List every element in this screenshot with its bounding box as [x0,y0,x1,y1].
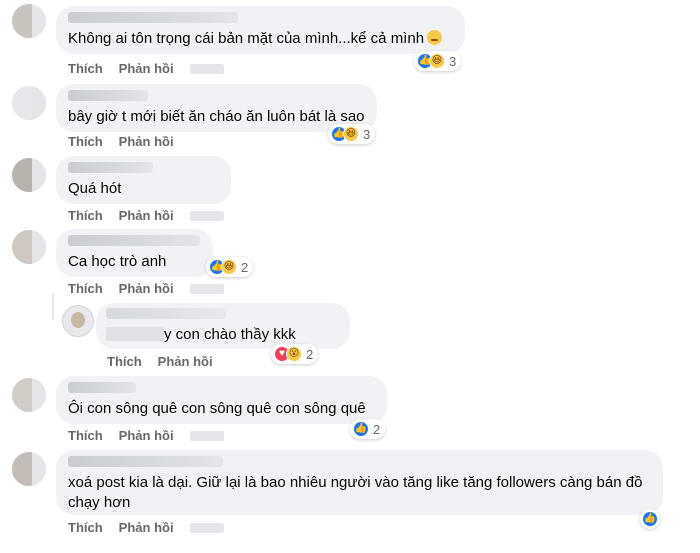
reply-button[interactable]: Phản hồi [158,354,213,369]
reaction-summary[interactable]: ♥ 😮 2 [271,344,319,364]
like-button[interactable]: Thích [107,354,142,369]
comment-text: bây giờ t mới biết ăn cháo ăn luôn bát l… [68,108,365,125]
like-button[interactable]: Thích [68,208,103,223]
blurred-timestamp [189,522,224,533]
reaction-summary[interactable]: 👍 😆 3 [414,51,462,71]
like-button[interactable]: Thích [68,281,103,296]
like-button[interactable]: Thích [68,134,103,149]
reaction-summary[interactable]: 👍 2 [350,419,386,439]
avatar[interactable] [12,158,46,192]
reaction-summary[interactable]: 👍 😆 2 [206,257,254,277]
grinning-sweat-emoji-icon [427,30,443,45]
reply-button[interactable]: Phản hồi [119,428,174,443]
blurred-timestamp [189,283,224,294]
like-button[interactable]: Thích [68,428,103,443]
comment-bubble: xoá post kia là dại. Giữ lại là bao nhiê… [56,450,663,515]
blurred-author-name[interactable] [68,162,153,173]
blurred-author-name[interactable] [68,235,200,246]
haha-reaction-icon: 😆 [429,53,445,69]
haha-reaction-icon: 😆 [343,126,359,142]
comment-actions: Thích Phản hồi [68,281,224,296]
comment-bubble: Ôi con sông quê con sông quê con sông qu… [56,376,387,424]
comment-bubble: Quá hót [56,156,231,204]
reply-bubble: y con chào thầy kkk [96,303,350,349]
reaction-summary[interactable]: 👍 [640,509,660,529]
blurred-timestamp [189,430,224,441]
comment-text: xoá post kia là dại. Giữ lại là bao nhiê… [68,474,647,511]
avatar[interactable] [12,230,46,264]
reply-actions: Thích Phản hồi [107,354,213,369]
comment-text: Ôi con sông quê con sông quê con sông qu… [68,400,366,417]
reaction-count: 3 [363,126,371,142]
like-button[interactable]: Thích [68,520,103,535]
avatar[interactable] [12,452,46,486]
comment-bubble: Không ai tôn trọng cái bản mặt của mình.… [56,6,465,54]
comment-bubble: bây giờ t mới biết ăn cháo ăn luôn bát l… [56,84,377,132]
reaction-count: 2 [241,259,249,275]
blurred-timestamp [189,210,224,221]
comment-text: Ca học trò anh [68,253,167,270]
avatar[interactable] [12,86,46,120]
avatar[interactable] [12,378,46,412]
blurred-timestamp [189,63,224,74]
comment-actions: Thích Phản hồi [68,61,224,76]
reply-button[interactable]: Phản hồi [119,208,174,223]
reply-text: y con chào thầy kkk [106,325,340,345]
blurred-mention [106,327,164,341]
reply-thread-line [52,293,54,319]
blurred-author-name[interactable] [106,308,226,319]
reaction-count: 2 [306,346,314,362]
comment-actions: Thích Phản hồi [68,520,224,535]
comment-text: Quá hót [68,180,122,197]
comment-actions: Thích Phản hồi [68,208,224,223]
reaction-summary[interactable]: 👍 😆 3 [328,124,376,144]
like-button[interactable]: Thích [68,61,103,76]
reaction-count: 2 [373,421,381,437]
comment-text: Không ai tôn trọng cái bản mặt của mình.… [68,29,453,49]
like-reaction-icon: 👍 [642,511,658,527]
avatar[interactable] [12,4,46,38]
blurred-author-name[interactable] [68,382,136,393]
blurred-author-name[interactable] [68,456,223,467]
reaction-count: 3 [449,53,457,69]
reply-button[interactable]: Phản hồi [119,281,174,296]
blurred-author-name[interactable] [68,90,148,101]
haha-reaction-icon: 😆 [221,259,237,275]
reply-avatar[interactable] [62,305,94,337]
comment-actions: Thích Phản hồi [68,134,174,149]
reply-button[interactable]: Phản hồi [119,520,174,535]
blurred-author-name[interactable] [68,12,238,23]
wow-reaction-icon: 😮 [286,346,302,362]
reply-button[interactable]: Phản hồi [119,61,174,76]
comment-bubble: Ca học trò anh [56,229,213,277]
comment-actions: Thích Phản hồi [68,428,224,443]
reply-button[interactable]: Phản hồi [119,134,174,149]
like-reaction-icon: 👍 [353,421,369,437]
